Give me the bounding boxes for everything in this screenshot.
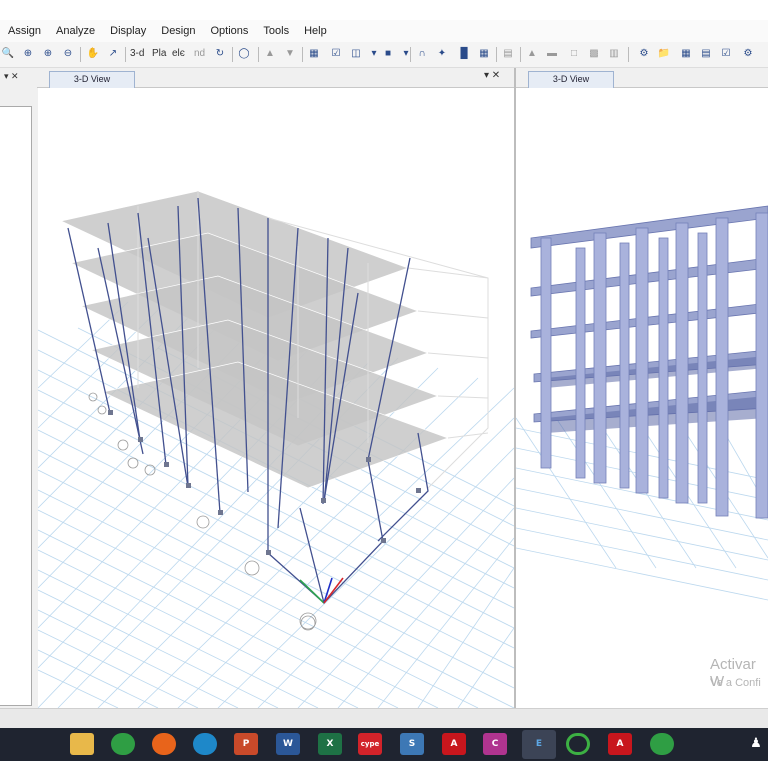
column-icon[interactable]: █ [456, 46, 472, 62]
taskbar-firefox-icon[interactable] [152, 733, 176, 755]
taskbar-etabs-icon[interactable]: E [522, 730, 556, 759]
frame-icon[interactable]: ∩ [414, 46, 430, 62]
move-up-icon[interactable]: ▲ [262, 46, 278, 62]
rotate-icon[interactable]: ↻ [212, 46, 228, 62]
tab-3d-view-2[interactable]: 3-D View [528, 71, 614, 88]
menu-display[interactable]: Display [110, 25, 146, 37]
perspective-icon[interactable]: ◯ [236, 46, 252, 62]
run-analysis-icon[interactable]: ⚙ [636, 46, 652, 62]
left-panel: ▾ ✕ [0, 68, 36, 708]
design-icon[interactable]: ▦ [678, 46, 694, 62]
pan-icon[interactable]: ✋ [85, 46, 101, 62]
menu-analyze[interactable]: Analyze [56, 25, 95, 37]
person-icon[interactable]: ♟ [744, 733, 768, 755]
nd-view-button[interactable]: nd [194, 46, 205, 62]
move-down-icon[interactable]: ▼ [282, 46, 298, 62]
menu-tools[interactable]: Tools [263, 25, 289, 37]
opening-icon[interactable]: □ [566, 46, 582, 62]
zoom-in-icon[interactable]: ⊕ [20, 46, 36, 62]
x-axis-arrow [323, 577, 344, 604]
stair-icon[interactable]: ▥ [606, 46, 622, 62]
taskbar-file-explorer-icon[interactable] [70, 733, 94, 755]
elevation-view-button[interactable]: elє [172, 46, 185, 62]
zoom-out-icon[interactable]: ⊕ [40, 46, 56, 62]
zoom-previous-icon[interactable]: ⊖ [60, 46, 76, 62]
menu-options[interactable]: Options [211, 25, 249, 37]
taskbar-edge-icon[interactable] [193, 733, 217, 755]
view2-canvas[interactable]: Activar W Ve a Confi [516, 88, 768, 708]
menu-help[interactable]: Help [304, 25, 327, 37]
ramp-icon[interactable]: ▩ [586, 46, 602, 62]
grid-icon[interactable]: ▦ [476, 46, 492, 62]
taskbar-cype-icon[interactable]: cype [358, 733, 382, 755]
menu-assign[interactable]: Assign [8, 25, 41, 37]
extrude-icon[interactable]: ■ [380, 46, 396, 62]
check-box-icon[interactable]: ☑ [328, 46, 344, 62]
select-object-icon[interactable]: ▦ [306, 46, 322, 62]
plan-view-button[interactable]: Pla [152, 46, 166, 62]
taskbar-word-icon[interactable]: W [276, 733, 300, 755]
taskbar-safe-icon[interactable]: S [400, 733, 424, 755]
settings-icon[interactable]: ⚙ [740, 46, 756, 62]
report-icon[interactable]: ▤ [698, 46, 714, 62]
view1-controls[interactable]: ▾ ✕ [484, 70, 500, 81]
status-bar [0, 708, 768, 728]
check-design-icon[interactable]: ☑ [718, 46, 734, 62]
tab-3d-view-1[interactable]: 3-D View [49, 71, 135, 88]
slab-icon[interactable]: ▲ [524, 46, 540, 62]
taskbar-chrome-icon[interactable] [111, 733, 135, 755]
view1-tabbar: 3-D View ▾ ✕ [37, 68, 515, 88]
view-3d-button[interactable]: 3-d [130, 46, 144, 62]
toolbar: 🔍 ⊕ ⊕ ⊖ ✋ ↗ 3-d Pla elє nd ↻ ◯ ▲ ▼ ▦ ☑ ◫… [0, 42, 768, 68]
taskbar-excel-icon[interactable]: X [318, 733, 342, 755]
taskbar: P W X cype S A C E A ♟ [0, 728, 768, 761]
left-panel-controls[interactable]: ▾ ✕ [0, 68, 36, 86]
etabs-window: Assign Analyze Display Design Options To… [0, 0, 768, 761]
structure-model-wireframe [38, 190, 514, 708]
title-strip [0, 0, 768, 20]
zoom-window-icon[interactable]: 🔍 [0, 46, 16, 62]
brace-icon[interactable]: ✦ [434, 46, 450, 62]
view2-tabbar: 3-D View [516, 68, 768, 88]
taskbar-autocad-icon[interactable]: A [442, 733, 466, 755]
view1-canvas[interactable] [38, 88, 514, 708]
taskbar-spinner-icon[interactable] [566, 733, 590, 755]
menu-bar: Assign Analyze Display Design Options To… [0, 20, 768, 42]
wall-icon[interactable]: ▤ [500, 46, 516, 62]
taskbar-civil3d-icon[interactable]: C [483, 733, 507, 755]
folder-icon[interactable]: 📁 [656, 46, 672, 62]
display-options-icon[interactable]: ◫ [348, 46, 364, 62]
menu-design[interactable]: Design [161, 25, 195, 37]
beam-icon[interactable]: ▬ [544, 46, 560, 62]
dropdown-icon-2[interactable]: ▾ [398, 46, 414, 62]
taskbar-powerpoint-icon[interactable]: P [234, 733, 258, 755]
activation-watermark-subtitle: Ve a Confi [710, 677, 761, 689]
structure-model-extruded [516, 205, 768, 601]
taskbar-chrome-2-icon[interactable] [650, 733, 674, 755]
rubber-band-icon[interactable]: ↗ [105, 46, 121, 62]
taskbar-autocad-2-icon[interactable]: A [608, 733, 632, 755]
left-panel-tree[interactable] [0, 106, 32, 706]
